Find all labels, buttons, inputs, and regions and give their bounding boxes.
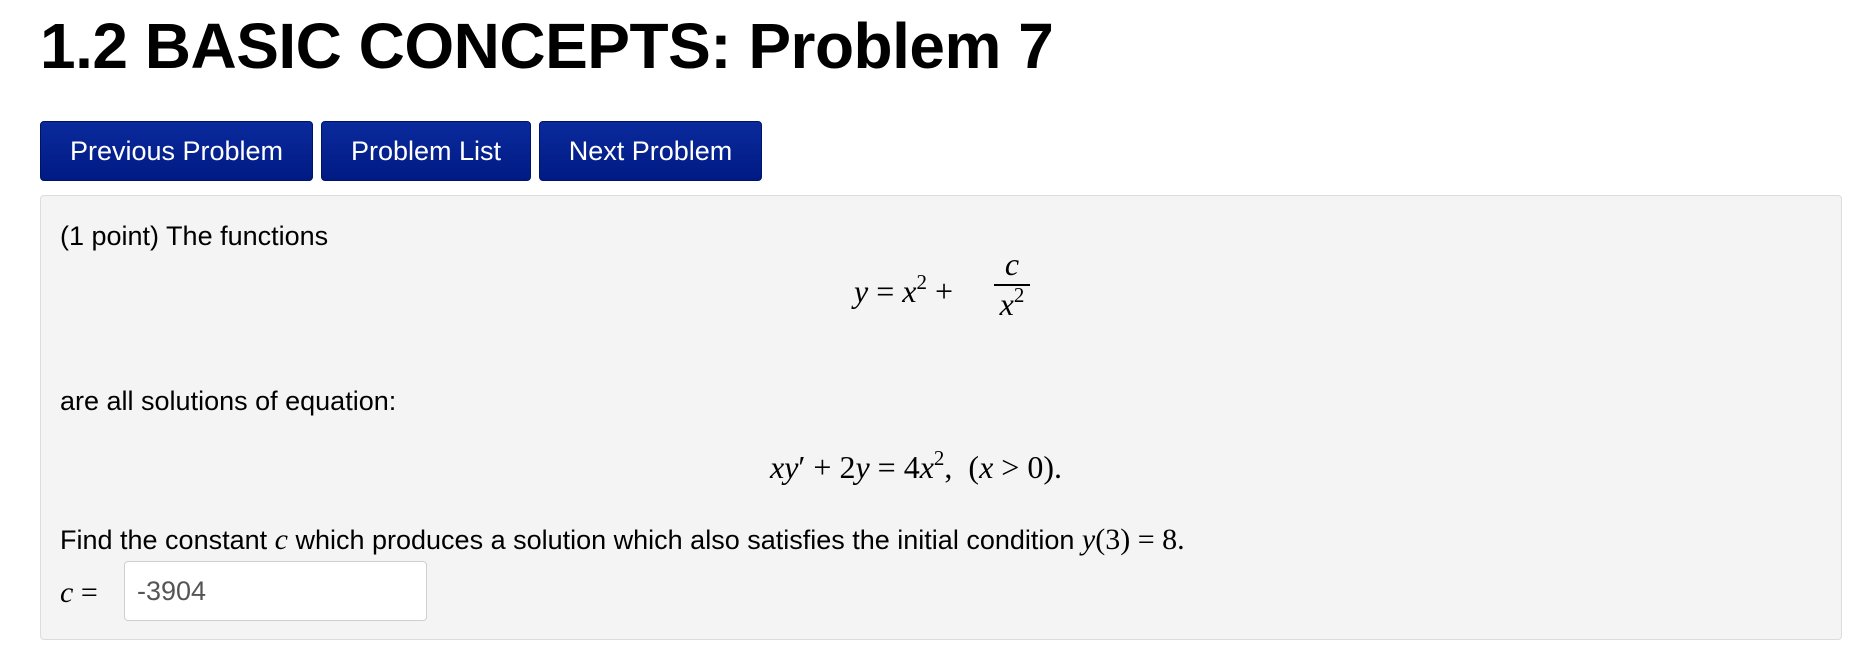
- function-equation-lhs: y = x2 +: [854, 270, 953, 310]
- find-constant-text: Find the constant c which produces a sol…: [60, 523, 1185, 556]
- answer-input[interactable]: [124, 561, 427, 621]
- problem-panel: (1 point) The functions y = x2 + c x2 ar…: [40, 195, 1842, 640]
- solutions-text: are all solutions of equation:: [60, 386, 397, 416]
- problem-list-button[interactable]: Problem List: [321, 121, 531, 181]
- problem-intro-text: (1 point) The functions: [60, 221, 329, 251]
- next-problem-button[interactable]: Next Problem: [539, 121, 762, 181]
- fraction-c-over-x-squared: c x2: [992, 246, 1032, 326]
- page-title: 1.2 BASIC CONCEPTS: Problem 7: [40, 10, 1054, 82]
- answer-label: c =: [60, 576, 98, 609]
- differential-equation: xy′ + 2y = 4x2, (x > 0).: [770, 446, 1062, 486]
- previous-problem-button[interactable]: Previous Problem: [40, 121, 313, 181]
- fraction-numerator: c: [1004, 246, 1020, 282]
- fraction-denominator: x2: [999, 283, 1025, 323]
